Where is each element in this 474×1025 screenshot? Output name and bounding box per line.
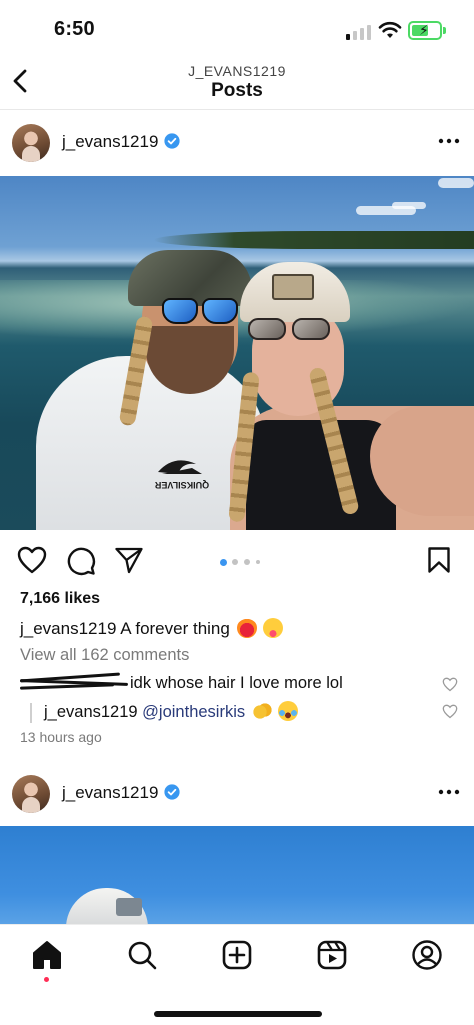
profile-icon[interactable] xyxy=(411,939,443,971)
more-options-icon[interactable] xyxy=(438,785,460,799)
home-indicator xyxy=(154,1011,322,1017)
post-header: j_evans1219 xyxy=(0,114,474,172)
tears-of-joy-emoji xyxy=(278,701,299,721)
bottom-tab-bar xyxy=(0,924,474,1025)
page-title: Posts xyxy=(211,80,263,101)
quiksilver-logo: QUIKSILVER xyxy=(154,460,209,490)
page-header: J_EVANS1219 Posts xyxy=(0,56,474,110)
avatar[interactable] xyxy=(12,775,50,813)
post-timestamp: 13 hours ago xyxy=(20,729,102,745)
comment-icon[interactable] xyxy=(66,546,96,576)
notification-dot xyxy=(44,977,49,982)
comment: idk whose hair I love more lol xyxy=(19,672,343,693)
home-icon[interactable] xyxy=(31,939,63,971)
woman-sunglasses xyxy=(246,318,336,342)
squinting-tongue-emoji xyxy=(263,618,284,638)
save-bookmark-icon[interactable] xyxy=(427,546,451,574)
reply-like-heart-icon[interactable] xyxy=(442,704,458,719)
svg-text:QUIKSILVER: QUIKSILVER xyxy=(154,480,209,490)
view-all-comments-link[interactable]: View all 162 comments xyxy=(20,646,189,665)
share-icon[interactable] xyxy=(114,546,144,574)
post-photo[interactable]: QUIKSILVER xyxy=(0,176,474,530)
wifi-icon xyxy=(378,21,402,38)
charging-bolt-icon: ⚡ xyxy=(419,22,429,38)
hat-patch xyxy=(116,898,142,916)
caption-text: A forever thing xyxy=(120,619,230,638)
search-icon[interactable] xyxy=(126,939,158,971)
carousel-indicator xyxy=(220,558,280,567)
post-actions xyxy=(0,542,474,582)
battery-icon: ⚡ xyxy=(408,21,442,40)
post-username[interactable]: j_evans1219 xyxy=(62,783,158,803)
reply-mention-link[interactable]: @jointhesirkis xyxy=(142,703,245,721)
post-photo[interactable] xyxy=(0,826,474,924)
create-icon[interactable] xyxy=(221,939,253,971)
avatar[interactable] xyxy=(12,124,50,162)
comment-text: idk whose hair I love more lol xyxy=(130,674,343,692)
battery-tip xyxy=(443,27,446,34)
reply-comment: j_evans1219 @jointhesirkis xyxy=(44,701,299,722)
hat-patch xyxy=(272,274,314,300)
carousel-dot xyxy=(244,559,250,565)
like-heart-icon[interactable] xyxy=(17,546,47,574)
verified-badge-icon xyxy=(164,133,180,149)
caption: j_evans1219 A forever thing xyxy=(20,618,284,639)
likes-count[interactable]: 7,166 likes xyxy=(20,590,100,608)
more-options-icon[interactable] xyxy=(438,134,460,148)
comment-like-heart-icon[interactable] xyxy=(442,677,458,692)
cloud xyxy=(392,202,426,209)
reply-username[interactable]: j_evans1219 xyxy=(44,703,138,721)
status-time: 6:50 xyxy=(54,18,95,40)
reels-icon[interactable] xyxy=(316,939,348,971)
cloud xyxy=(438,178,474,188)
carousel-dot xyxy=(220,558,227,566)
clapping-hands-emoji xyxy=(251,701,272,721)
verified-badge-icon xyxy=(164,784,180,800)
island-treeline xyxy=(154,231,474,249)
heart-on-fire-emoji xyxy=(236,618,257,638)
status-bar: 6:50 ⚡ xyxy=(0,0,474,56)
signal-icon xyxy=(346,24,372,40)
caption-username[interactable]: j_evans1219 xyxy=(20,619,116,638)
post-username[interactable]: j_evans1219 xyxy=(62,132,158,152)
reply-thread-line xyxy=(30,703,32,723)
carousel-dot xyxy=(256,560,260,564)
carousel-dot xyxy=(232,559,238,565)
man-sunglasses xyxy=(160,298,240,326)
post-header: j_evans1219 xyxy=(0,765,474,823)
header-username: J_EVANS1219 xyxy=(188,63,286,79)
redacted-username xyxy=(19,672,130,690)
